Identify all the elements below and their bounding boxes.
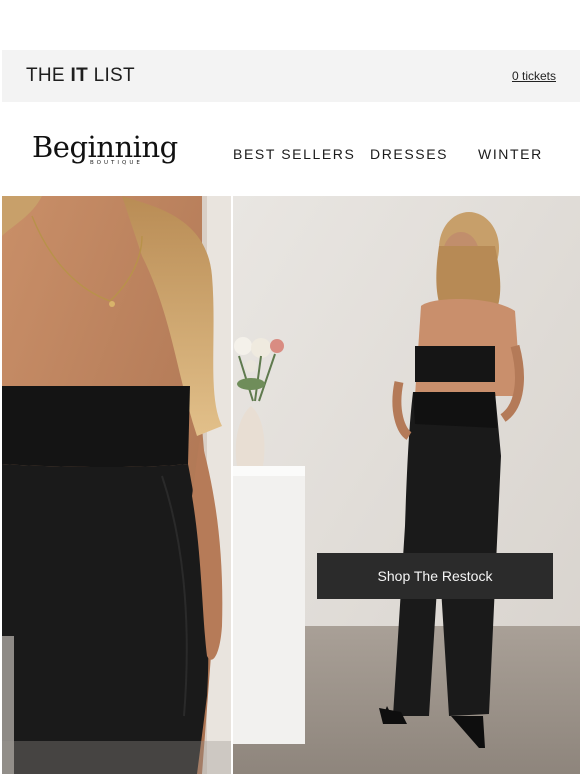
model-closeup-illustration xyxy=(2,196,231,774)
email-header: Beginning BOUTIQUE BEST SELLERS DRESSES … xyxy=(2,104,580,194)
it-list-title-bold: IT xyxy=(70,65,88,86)
nav-dresses[interactable]: DRESSES xyxy=(370,146,448,162)
logo-subtitle: BOUTIQUE xyxy=(90,160,143,166)
it-list-title-suffix: LIST xyxy=(93,65,135,86)
model-studio-illustration xyxy=(233,196,580,774)
tickets-link[interactable]: 0 tickets xyxy=(512,69,556,83)
it-list-title: THE IT LIST xyxy=(26,65,135,87)
nav-winter[interactable]: WINTER xyxy=(478,146,543,162)
it-list-title-prefix: THE xyxy=(26,65,65,86)
shop-restock-button[interactable]: Shop The Restock xyxy=(317,553,553,599)
logo-wordmark: Beginning xyxy=(32,130,178,164)
hero-image-right[interactable] xyxy=(233,196,580,774)
brand-logo[interactable]: Beginning BOUTIQUE xyxy=(32,130,182,170)
nav-best-sellers[interactable]: BEST SELLERS xyxy=(233,146,355,162)
hero-image-left[interactable] xyxy=(2,196,231,774)
it-list-banner: THE IT LIST 0 tickets xyxy=(2,50,580,102)
